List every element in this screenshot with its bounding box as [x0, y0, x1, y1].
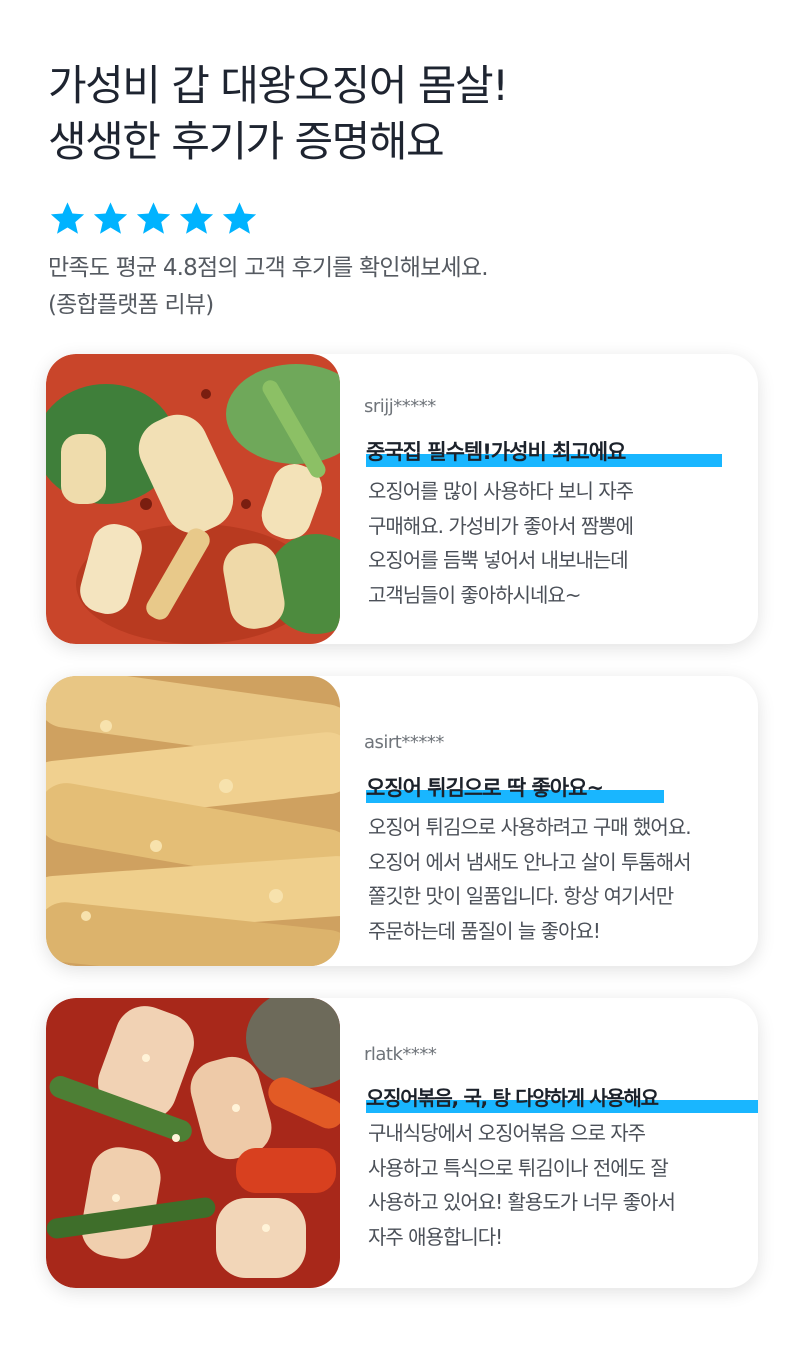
review-line: 고객님들이 좋아하시네요~ [368, 582, 582, 607]
headline: 가성비 갑 대왕오징어 몸살! 생생한 후기가 증명해요 [48, 58, 509, 170]
review-line: 오징어 튀김으로 사용하려고 구매 했어요. [368, 815, 692, 839]
review-body: 오징어 튀김으로 사용하려고 구매 했어요. 오징어 에서 냄새도 안나고 살이… [368, 810, 692, 948]
headline-line-2: 생생한 후기가 증명해요 [48, 117, 445, 166]
review-card: srijj***** 중국집 필수템!가성비 최고에요 오징어를 많이 사용하다… [46, 354, 758, 644]
star-icon [179, 202, 214, 234]
review-line: 사용하고 특식으로 튀김이나 전에도 잘 [368, 1155, 669, 1180]
review-line: 쫄깃한 맛이 일품입니다. 항상 여기서만 [368, 884, 674, 908]
review-line: 자주 애용합니다! [368, 1224, 503, 1249]
spicy-stir-fried-squid-photo [46, 354, 340, 644]
squid-bokkeum-photo [46, 998, 340, 1288]
headline-line-1: 가성비 갑 대왕오징어 몸살! [48, 61, 509, 110]
review-title: 중국집 필수템!가성비 최고에요 [366, 440, 626, 464]
review-card: asirt***** 오징어 튀김으로 딱 좋아요~ 오징어 튀김으로 사용하려… [46, 676, 758, 966]
fried-squid-photo [46, 676, 340, 966]
review-line: 구매해요. 가성비가 좋아서 짬뽕에 [368, 513, 634, 538]
rating-source-text: (종합플랫폼 리뷰) [48, 292, 214, 318]
review-line: 주문하는데 품질이 늘 좋아요! [368, 918, 601, 943]
reviewer-id: rlatk**** [364, 1044, 437, 1065]
review-title: 오징어볶음, 국, 탕 다양하게 사용해요 [366, 1086, 659, 1110]
star-icon [93, 202, 128, 234]
star-rating [48, 200, 259, 238]
review-line: 구내식당에서 오징어볶음 으로 자주 [368, 1121, 646, 1145]
review-card: rlatk**** 오징어볶음, 국, 탕 다양하게 사용해요 구내식당에서 오… [46, 998, 758, 1288]
review-line: 사용하고 있어요! 활용도가 너무 좋아서 [368, 1190, 676, 1214]
review-body: 구내식당에서 오징어볶음 으로 자주 사용하고 특식으로 튀김이나 전에도 잘 … [368, 1116, 676, 1254]
review-body: 오징어를 많이 사용하다 보니 자주 구매해요. 가성비가 좋아서 짬뽕에 오징… [368, 474, 634, 612]
star-icon [222, 202, 257, 234]
review-line: 오징어를 많이 사용하다 보니 자주 [368, 479, 634, 503]
reviewer-id: asirt***** [364, 732, 444, 753]
star-icon [50, 202, 85, 234]
rating-summary-text: 만족도 평균 4.8점의 고객 후기를 확인해보세요. [48, 255, 489, 281]
review-line: 오징어를 듬뿍 넣어서 내보내는데 [368, 548, 629, 572]
review-line: 오징어 에서 냄새도 안나고 살이 투툼해서 [368, 849, 692, 874]
rating-summary: 만족도 평균 4.8점의 고객 후기를 확인해보세요. (종합플랫폼 리뷰) [48, 250, 489, 324]
review-title: 오징어 튀김으로 딱 좋아요~ [366, 776, 604, 800]
reviewer-id: srijj***** [364, 396, 436, 417]
star-icon [136, 202, 171, 234]
